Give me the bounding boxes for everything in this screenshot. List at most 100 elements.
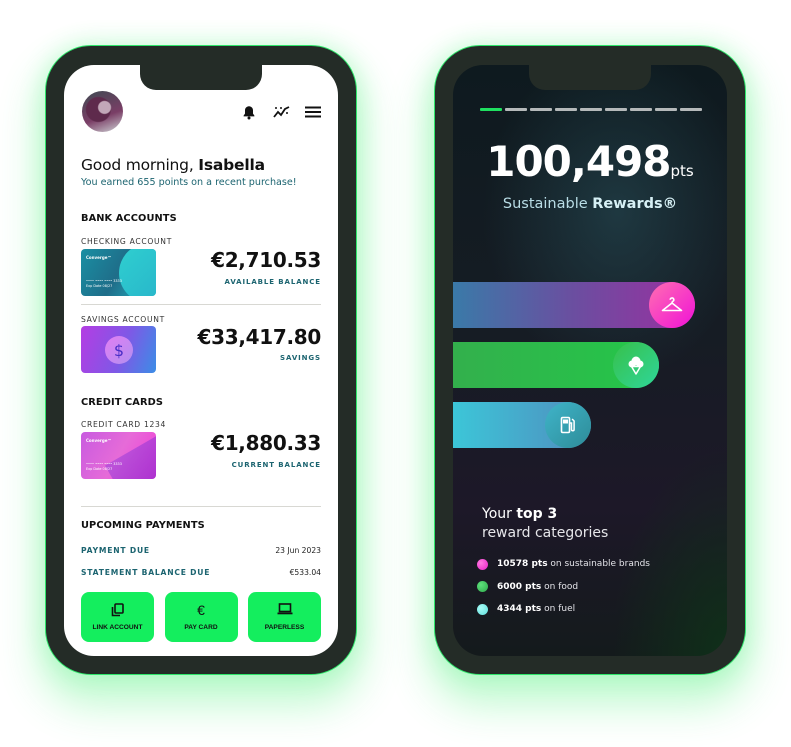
legend-text: 10578 pts on sustainable brands (497, 559, 650, 569)
points-value: 100,498 (486, 137, 671, 186)
credit-card-image[interactable]: Converge™ •••• •••• •••• 3333 Exp Date 08… (81, 432, 156, 479)
credit-card-label: CREDIT CARD 1234 (81, 420, 167, 429)
savings-balance-label: SAVINGS (280, 354, 321, 362)
legend-category: on food (541, 581, 579, 592)
statement-balance-label: STATEMENT BALANCE DUE (81, 568, 211, 577)
link-account-button[interactable]: LINK ACCOUNT (81, 592, 154, 642)
greeting-prefix: Good morning, (81, 156, 199, 174)
card-number: •••• •••• •••• 3333 Exp Date 08/27 (86, 462, 122, 472)
copy-icon (111, 603, 124, 617)
savings-balance: €33,417.80 (197, 325, 321, 349)
header-actions (240, 103, 322, 121)
progress-segment[interactable] (680, 108, 702, 111)
fuel-pump-icon (545, 402, 591, 448)
statement-balance-row: STATEMENT BALANCE DUE €533.04 (81, 568, 321, 577)
card-exp-text: Exp Date 08/27 (86, 467, 113, 471)
banking-phone-frame: Good morning, Isabella You earned 655 po… (45, 45, 357, 675)
category-legend: 10578 pts on sustainable brands 6000 pts… (477, 557, 650, 625)
phone-notch (140, 63, 262, 90)
bank-accounts-title: BANK ACCOUNTS (81, 213, 177, 224)
savings-account-label: SAVINGS ACCOUNT (81, 315, 165, 324)
legend-points: 10578 pts (497, 559, 548, 569)
checking-card-image[interactable]: Converge™ •••• •••• •••• 3333 Exp Date 08… (81, 249, 156, 296)
card-exp-text: Exp Date 08/27 (86, 284, 113, 288)
top-categories-heading: Your top 3 reward categories (482, 505, 608, 543)
pay-card-label: PAY CARD (184, 624, 218, 631)
greeting: Good morning, Isabella (81, 156, 265, 174)
progress-segment[interactable] (655, 108, 677, 111)
checking-balance-label: AVAILABLE BALANCE (224, 278, 321, 286)
upcoming-payments-title: UPCOMING PAYMENTS (81, 520, 205, 531)
legend-dot-fuel (477, 603, 488, 615)
category-bar-sustainable-brands[interactable] (453, 282, 695, 328)
rewards-phone-frame: 100,498pts Sustainable Rewards® Your top… (434, 45, 746, 675)
card-number: •••• •••• •••• 3333 Exp Date 08/27 (86, 279, 122, 289)
activity-chart-icon[interactable] (272, 103, 290, 121)
category-bar-food[interactable] (453, 342, 659, 388)
link-account-label: LINK ACCOUNT (92, 624, 143, 631)
paperless-button[interactable]: PAPERLESS (248, 592, 321, 642)
category-bar-fuel[interactable] (453, 402, 591, 448)
points-earned-message: You earned 655 points on a recent purcha… (81, 177, 297, 188)
paperless-label: PAPERLESS (264, 624, 305, 631)
progress-segment[interactable] (480, 108, 502, 111)
dollar-icon: $ (105, 336, 133, 364)
card-number-text: •••• •••• •••• 3333 (86, 279, 122, 283)
card-brand: Converge™ (86, 255, 112, 260)
avatar[interactable] (82, 91, 123, 132)
rewards-subtitle: Sustainable Rewards® (453, 196, 727, 212)
heading-prefix: Your (482, 506, 517, 522)
progress-segment[interactable] (530, 108, 552, 111)
credit-card-balance: €1,880.33 (211, 431, 321, 455)
hanger-icon (649, 282, 695, 328)
card-number-text: •••• •••• •••• 3333 (86, 462, 122, 466)
heading-line1: Your top 3 (482, 505, 608, 524)
pay-card-button[interactable]: € PAY CARD (164, 592, 238, 642)
progress-segment[interactable] (630, 108, 652, 111)
euro-icon: € (197, 602, 205, 618)
divider (81, 304, 321, 305)
payment-due-label: PAYMENT DUE (81, 546, 150, 555)
card-brand: Converge™ (86, 438, 112, 443)
legend-category: on sustainable brands (547, 559, 650, 569)
heading-line2: reward categories (482, 525, 609, 541)
legend-text: 6000 pts on food (497, 582, 578, 592)
quick-actions: LINK ACCOUNT € PAY CARD PAPERLESS (81, 592, 321, 642)
legend-item: 4344 pts on fuel (477, 602, 650, 616)
points-unit: pts (670, 162, 694, 180)
progress-segment[interactable] (555, 108, 577, 111)
legend-item: 10578 pts on sustainable brands (477, 557, 650, 571)
laptop-icon (277, 603, 293, 617)
progress-segment[interactable] (580, 108, 602, 111)
credit-cards-title: CREDIT CARDS (81, 397, 164, 408)
savings-card-image[interactable]: $ (81, 326, 156, 373)
banking-screen: Good morning, Isabella You earned 655 po… (64, 65, 338, 656)
points-total: 100,498pts (453, 137, 727, 186)
story-progress (480, 108, 702, 111)
legend-category: on fuel (541, 604, 576, 614)
ice-cream-icon (613, 342, 659, 388)
user-name: Isabella (198, 156, 265, 174)
payment-due-date: 23 Jun 2023 (275, 546, 321, 555)
bell-icon[interactable] (240, 103, 258, 121)
menu-icon[interactable] (304, 103, 322, 121)
legend-dot-food (477, 581, 488, 592)
subtitle-prefix: Sustainable (502, 196, 593, 212)
heading-bold: top 3 (516, 506, 558, 522)
phone-notch (529, 63, 651, 90)
legend-points: 4344 pts (497, 604, 542, 614)
rewards-screen: 100,498pts Sustainable Rewards® Your top… (453, 65, 727, 656)
credit-card-balance-label: CURRENT BALANCE (231, 461, 321, 469)
progress-segment[interactable] (505, 108, 527, 111)
payment-due-row: PAYMENT DUE 23 Jun 2023 (81, 546, 321, 555)
checking-account-label: CHECKING ACCOUNT (81, 237, 173, 246)
subtitle-bold: Rewards® (592, 196, 678, 212)
legend-item: 6000 pts on food (477, 580, 650, 594)
legend-text: 4344 pts on fuel (497, 604, 575, 614)
legend-dot-brands (477, 558, 488, 570)
progress-segment[interactable] (605, 108, 627, 111)
legend-points: 6000 pts (497, 581, 542, 592)
checking-balance: €2,710.53 (211, 248, 321, 272)
statement-balance-value: €533.04 (289, 568, 321, 577)
divider (81, 506, 321, 507)
